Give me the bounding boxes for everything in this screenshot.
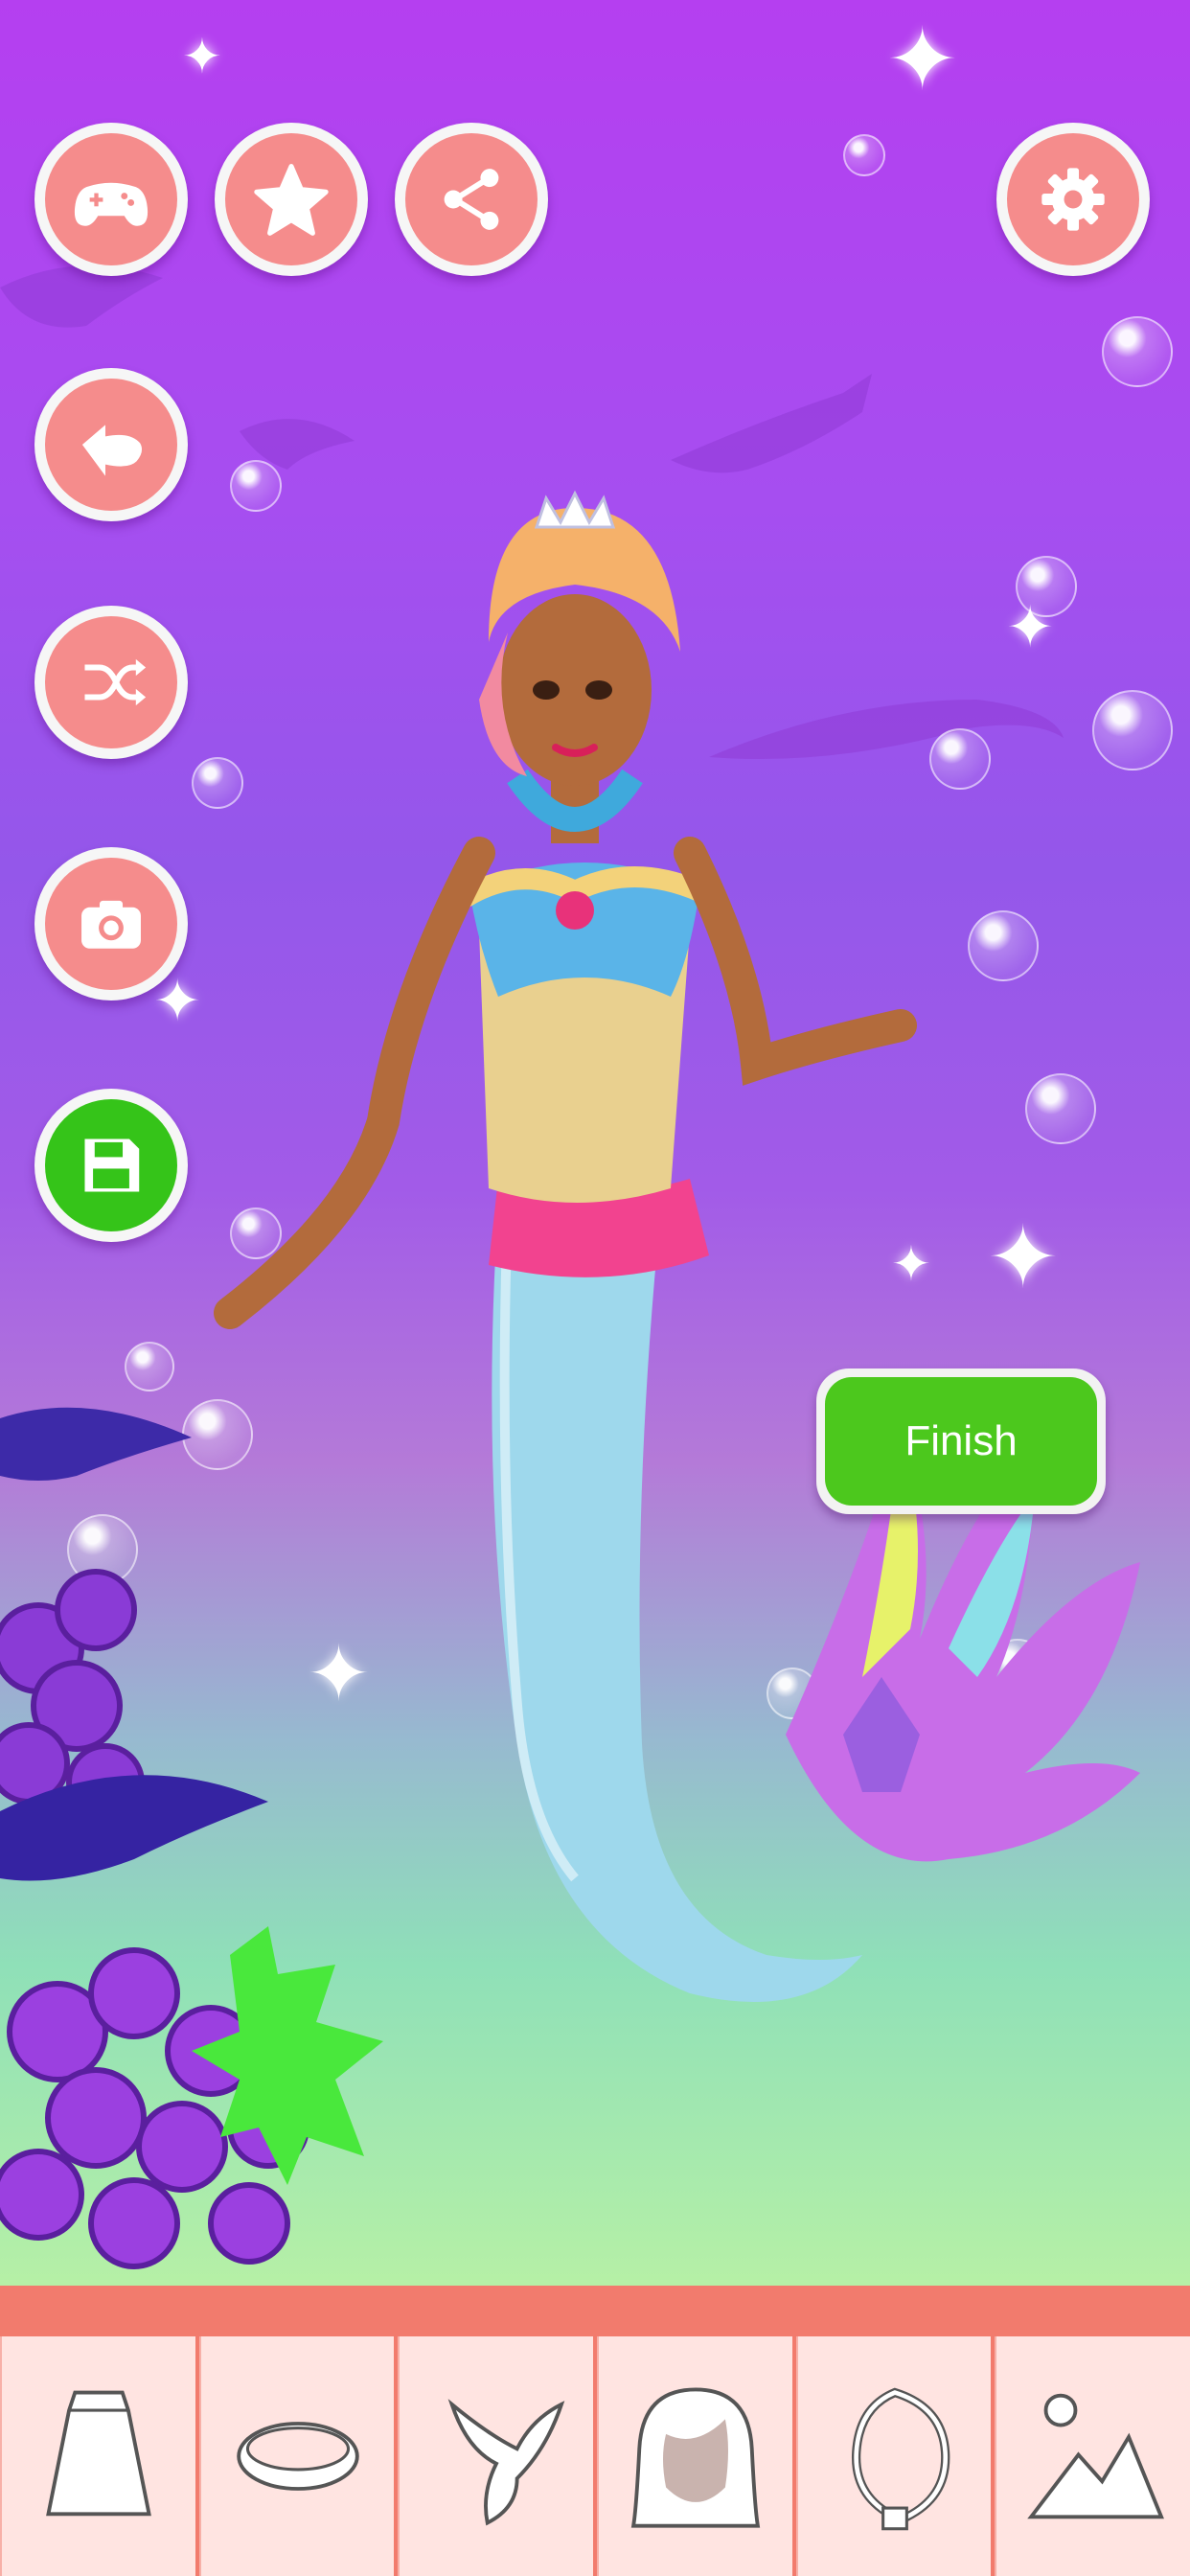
background-icon (1027, 2393, 1165, 2519)
tab-necklace[interactable] (795, 2336, 992, 2576)
finish-button[interactable]: Finish (816, 1368, 1106, 1514)
tab-skirt[interactable] (0, 2336, 195, 2576)
bubble (843, 134, 885, 176)
sparkle: ✦ (182, 29, 222, 84)
gamepad-icon (74, 182, 149, 226)
hair-icon (630, 2387, 761, 2528)
bubble (1102, 316, 1173, 387)
sparkle: ✦ (886, 10, 959, 110)
save-button[interactable] (34, 1089, 188, 1242)
share-icon (444, 169, 499, 230)
camera-icon (81, 900, 141, 949)
gear-icon (1041, 168, 1105, 231)
settings-button[interactable] (996, 123, 1150, 276)
tab-background[interactable] (995, 2336, 1190, 2576)
shuffle-button[interactable] (34, 606, 188, 759)
bracelet-icon (236, 2422, 359, 2491)
share-button[interactable] (395, 123, 548, 276)
tab-tail[interactable] (398, 2336, 594, 2576)
rate-button[interactable] (215, 123, 368, 276)
back-button[interactable] (34, 368, 188, 521)
shuffle-icon (84, 658, 147, 706)
tail-icon (447, 2399, 565, 2526)
back-arrow-icon (81, 425, 143, 476)
star-icon (254, 164, 329, 236)
tab-bracelet[interactable] (198, 2336, 395, 2576)
save-icon (84, 1138, 140, 1192)
necklace-icon (851, 2387, 950, 2531)
mermaid-character (214, 490, 1140, 2002)
games-button[interactable] (34, 123, 188, 276)
tab-hair[interactable] (597, 2336, 792, 2576)
underwater-scene: ✦ ✦ ✦ ✦ ✦ ✦ ✦ Finish (0, 0, 1190, 2286)
category-tabs (0, 2336, 1190, 2576)
camera-button[interactable] (34, 847, 188, 1000)
finish-label: Finish (825, 1377, 1097, 1506)
skirt-icon (45, 2390, 151, 2517)
